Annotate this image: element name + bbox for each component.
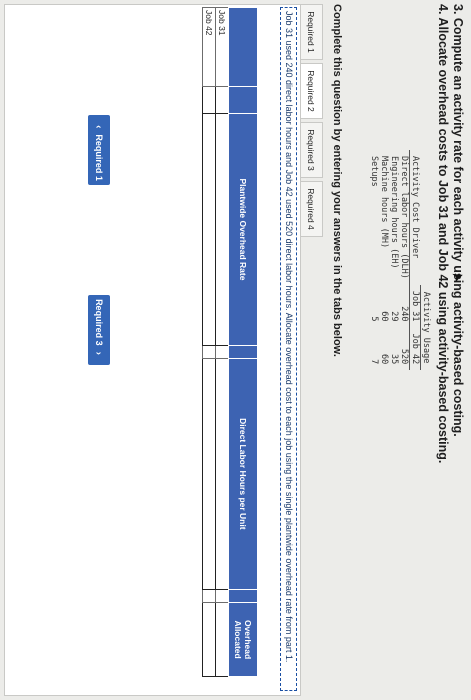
job31-blank-input[interactable]	[215, 86, 229, 114]
job31-dlh-input[interactable]	[215, 358, 229, 590]
question-content: 3. Compute an activity rate for each act…	[0, 0, 471, 700]
job42-blank-input[interactable]	[202, 86, 216, 114]
overhead-allocated-header: Overhead Allocated	[228, 602, 258, 677]
job31-blank-field[interactable]	[216, 88, 228, 112]
row-label-job31: Job 31	[215, 7, 229, 87]
operator-header	[228, 589, 258, 603]
tab-required-4[interactable]: Required 4	[300, 181, 323, 237]
instruction-3: 3. Compute an activity rate for each act…	[451, 4, 465, 437]
job42-usage: 60	[379, 354, 389, 365]
col-job31: Job 31	[409, 284, 421, 328]
job42-overhead-input[interactable]	[202, 602, 216, 677]
job42-blank-field[interactable]	[203, 88, 215, 112]
chevron-right-icon: ›	[93, 351, 105, 355]
job42-plantwide-field[interactable]	[203, 116, 215, 343]
job42-usage: 520	[399, 348, 409, 365]
complete-instruction: Complete this question by entering your …	[331, 4, 343, 357]
activity-usage-table: Activity Cost Driver Activity Usage Job …	[369, 150, 431, 371]
allocation-grid: Plantwide Overhead Rate Direct Labor Hou…	[202, 7, 258, 677]
job31-usage: 240	[399, 306, 409, 322]
tab-panel: Job 31 used 240 direct labor hours and J…	[4, 4, 301, 696]
job31-operator-cell	[215, 589, 229, 603]
job31-usage: 5	[369, 316, 379, 322]
job42-usage: 7	[369, 359, 379, 365]
driver-name: Machine hours (MH)	[379, 156, 389, 249]
col-job42: Job 42	[409, 327, 421, 371]
job31-overhead-input[interactable]	[215, 602, 229, 677]
job42-usage: 35	[389, 354, 399, 365]
table-row: Job 42	[202, 7, 216, 677]
table-row: Setups 5 7	[369, 150, 379, 370]
table-row: Job 31	[215, 7, 229, 677]
instructions: 3. Compute an activity rate for each act…	[435, 4, 465, 463]
usage-header: Activity Usage	[420, 284, 431, 371]
screenshot: 3. Compute an activity rate for each act…	[0, 0, 471, 700]
blank-header	[228, 86, 258, 114]
prev-label: Required 1	[94, 134, 104, 181]
job42-dlh-field[interactable]	[203, 360, 215, 587]
operator-header	[228, 345, 258, 359]
tab-required-2[interactable]: Required 2	[300, 63, 323, 119]
driver-name: Engineering hours (EH)	[389, 156, 399, 269]
table-row: Machine hours (MH) 60 60	[379, 150, 389, 370]
prev-required-1-button[interactable]: ‹ Required 1	[88, 115, 110, 185]
job31-overhead-field[interactable]	[216, 605, 228, 674]
corner-header	[228, 7, 258, 87]
table-row: Direct labor hours (DLH) 240 520	[399, 150, 410, 370]
tab-required-1[interactable]: Required 1	[300, 4, 323, 60]
job31-dlh-field[interactable]	[216, 360, 228, 587]
part-note: Job 31 used 240 direct labor hours and J…	[280, 7, 297, 691]
next-required-3-button[interactable]: Required 3 ›	[88, 295, 110, 365]
job42-overhead-field[interactable]	[203, 605, 215, 674]
driver-name: Setups	[369, 156, 379, 187]
row-label-job42: Job 42	[202, 7, 216, 87]
job42-operator-cell	[202, 345, 216, 359]
tab-bar: Required 1 Required 2 Required 3 Require…	[300, 4, 323, 240]
job31-plantwide-input[interactable]	[215, 113, 229, 345]
job31-usage: 60	[379, 311, 389, 322]
driver-name: Direct labor hours (DLH)	[399, 156, 409, 279]
table-row: Engineering hours (EH) 29 35	[389, 150, 399, 370]
next-label: Required 3	[94, 299, 104, 346]
driver-header: Activity Cost Driver	[409, 150, 431, 285]
plantwide-rate-header: Plantwide Overhead Rate	[228, 113, 258, 345]
dlh-per-unit-header: Direct Labor Hours per Unit	[228, 358, 258, 590]
chevron-left-icon: ‹	[93, 125, 105, 129]
job42-operator-cell	[202, 589, 216, 603]
job42-plantwide-input[interactable]	[202, 113, 216, 345]
tab-required-3[interactable]: Required 3	[300, 122, 323, 178]
job42-dlh-input[interactable]	[202, 358, 216, 590]
job31-operator-cell	[215, 345, 229, 359]
job31-usage: 29	[389, 311, 399, 322]
job31-plantwide-field[interactable]	[216, 116, 228, 343]
instruction-4: 4. Allocate overhead costs to Job 31 and…	[436, 4, 450, 464]
